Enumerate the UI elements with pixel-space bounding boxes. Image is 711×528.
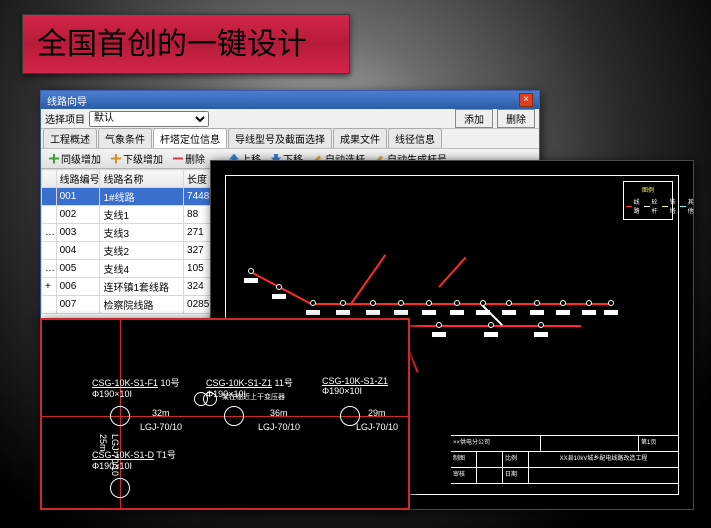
del-project-button[interactable]: 删除: [497, 109, 535, 128]
tab-3[interactable]: 导线型号及截面选择: [228, 128, 332, 148]
tab-row: 工程概述气象条件杆塔定位信息导线型号及截面选择成果文件线径信息: [41, 129, 539, 149]
legend-item: 砼杆: [644, 196, 660, 216]
pole-node: [310, 300, 316, 306]
plus-icon: [111, 154, 121, 164]
vspan-wire: LGJ-70/10: [110, 434, 120, 476]
table-row[interactable]: 002支线188: [42, 206, 230, 224]
table-row[interactable]: +006连环镇1套线路324: [42, 278, 230, 296]
project-label: 选择项目: [45, 111, 85, 126]
span-wire: LGJ-70/10: [258, 422, 300, 432]
tab-5[interactable]: 线径信息: [388, 128, 442, 148]
pole-node: [506, 300, 512, 306]
pole-node: [480, 300, 486, 306]
table-row[interactable]: 007检察院线路0285: [42, 296, 230, 314]
add-project-button[interactable]: 添加: [455, 109, 493, 128]
span-length: 29m: [368, 408, 386, 418]
pole-node: [340, 300, 346, 306]
route-table[interactable]: 线路编号线路名称长度 (m)0011#线路7448002支线188…003支线3…: [41, 169, 231, 321]
window-title: 线路向导: [47, 93, 87, 108]
table-row[interactable]: 0011#线路7448: [42, 188, 230, 206]
tab-4[interactable]: 成果文件: [333, 128, 387, 148]
span-length: 36m: [270, 408, 288, 418]
span-wire: LGJ-70/10: [140, 422, 182, 432]
pole-symbol: [224, 406, 244, 426]
tab-2[interactable]: 杆塔定位信息: [153, 128, 227, 148]
pole-node: [276, 284, 282, 290]
pole-symbol: [110, 478, 130, 498]
transformer-note: 架在临近上干变压器: [222, 392, 285, 402]
vspan-len: 25m: [98, 434, 108, 452]
table-row[interactable]: …003支线3271: [42, 224, 230, 242]
config-row: 选择项目 默认 添加 删除: [41, 109, 539, 129]
pole-node: [586, 300, 592, 306]
pole-node: [538, 322, 544, 328]
delete-route-button[interactable]: 删除: [169, 150, 209, 167]
close-icon[interactable]: ×: [519, 93, 533, 107]
title-ribbon: 全国首创的一键设计: [22, 14, 350, 74]
detail-zoom: CSG-10K-S1-F1 10号Φ190×10ICSG-10K-S1-Z1 1…: [40, 318, 410, 510]
pole-node: [534, 300, 540, 306]
project-title: XX县10kV城乡配电线路改造工程: [529, 452, 679, 467]
table-row[interactable]: 004支线2327: [42, 242, 230, 260]
pole-symbol: [110, 406, 130, 426]
table-row[interactable]: …005支线4105: [42, 260, 230, 278]
pole-label: CSG-10K-S1-F1 10号Φ190×10I: [92, 376, 180, 399]
tab-0[interactable]: 工程概述: [43, 128, 97, 148]
legend-box: 图例 线路砼杆铁塔其他: [623, 181, 673, 220]
minus-icon: [173, 154, 183, 164]
add-child-button[interactable]: 下级增加: [107, 150, 167, 167]
project-select[interactable]: 默认: [89, 111, 209, 127]
pole-node: [248, 268, 254, 274]
pole-node: [488, 322, 494, 328]
pole-node: [426, 300, 432, 306]
span-wire: LGJ-70/10: [356, 422, 398, 432]
pole-node: [608, 300, 614, 306]
pole-node: [398, 300, 404, 306]
tab-1[interactable]: 气象条件: [98, 128, 152, 148]
legend-item: 线路: [626, 196, 642, 216]
pole-node: [370, 300, 376, 306]
span-length: 32m: [152, 408, 170, 418]
legend-item: 其他: [680, 196, 696, 216]
company-cell: ××供电分公司: [451, 436, 541, 451]
add-sibling-button[interactable]: 同级增加: [45, 150, 105, 167]
pole-node: [560, 300, 566, 306]
pole-node: [454, 300, 460, 306]
plus-icon: [49, 154, 59, 164]
sheet-cell: 第1页: [639, 436, 679, 451]
pole-label: CSG-10K-S1-Z1Φ190×10I: [322, 376, 388, 396]
titlebar: 线路向导 ×: [41, 91, 539, 109]
legend-title: 图例: [626, 184, 670, 195]
title-block: ××供电分公司 第1页 制图 比例 XX县10kV城乡配电线路改造工程 审核 日…: [451, 435, 679, 495]
legend-item: 铁塔: [662, 196, 678, 216]
pole-node: [436, 322, 442, 328]
